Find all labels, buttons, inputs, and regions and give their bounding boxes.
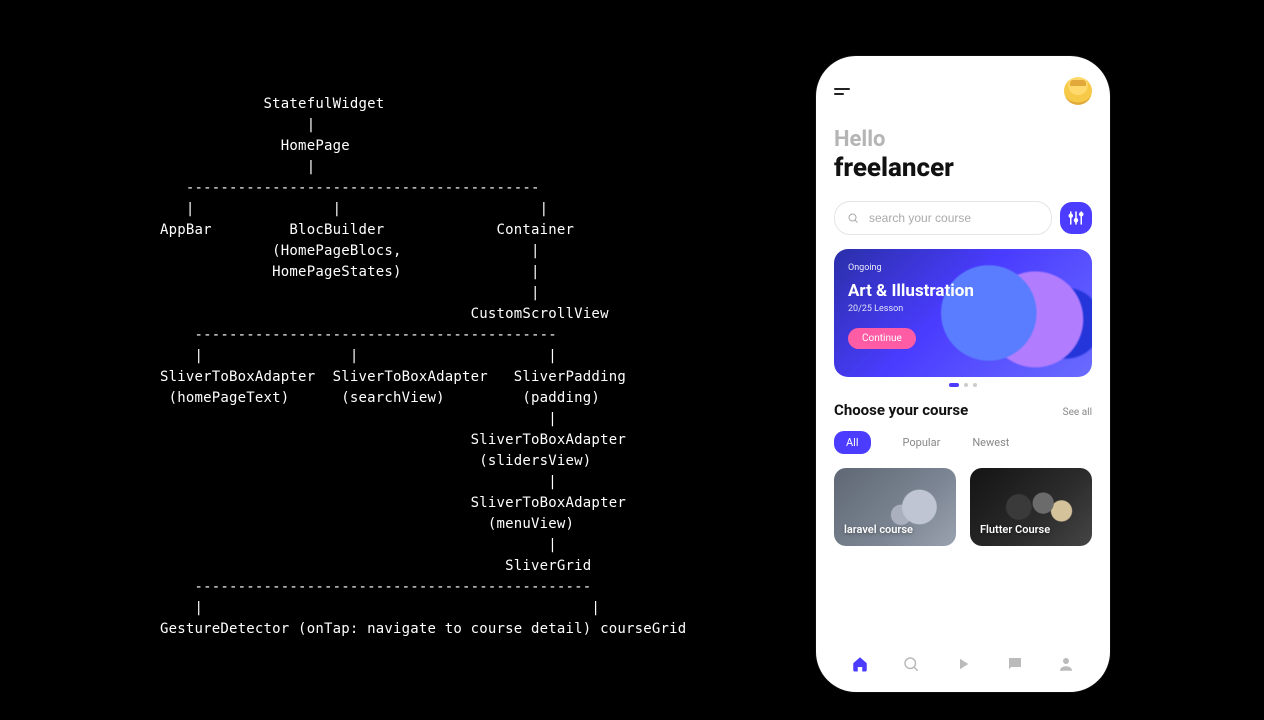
greeting-block: Hello freelancer [834, 128, 1092, 183]
course-card[interactable]: laravel course [834, 468, 956, 546]
chip-all[interactable]: All [834, 431, 871, 454]
search-input[interactable] [867, 210, 1039, 226]
sliders-icon [1067, 209, 1085, 227]
course-grid: laravel course Flutter Course [834, 468, 1092, 546]
nav-search[interactable] [899, 652, 923, 676]
nav-profile[interactable] [1054, 652, 1078, 676]
phone-mockup: Hello freelancer Ongoing Art & Illustrat… [816, 56, 1110, 692]
greeting-hello: Hello [834, 128, 1092, 152]
dot[interactable] [964, 383, 968, 387]
play-icon [954, 655, 972, 673]
menu-icon[interactable] [834, 88, 850, 95]
filter-chips: All Popular Newest [834, 431, 1092, 454]
search-box[interactable] [834, 201, 1052, 235]
carousel-dots [834, 383, 1092, 387]
chip-newest[interactable]: Newest [972, 436, 1009, 449]
nav-play[interactable] [951, 652, 975, 676]
home-icon [851, 655, 869, 673]
hero-card[interactable]: Ongoing Art & Illustration 20/25 Lesson … [834, 249, 1092, 377]
hero-title: Art & Illustration [848, 281, 1078, 301]
course-card-label: Flutter Course [980, 523, 1050, 536]
chip-popular[interactable]: Popular [903, 436, 941, 449]
search-icon [847, 212, 859, 224]
bottom-nav [834, 642, 1092, 678]
chat-icon [1006, 655, 1024, 673]
widget-tree-text: StatefulWidget | HomePage | ------------… [160, 94, 686, 640]
course-card-label: laravel course [844, 523, 913, 536]
section-header: Choose your course See all [834, 401, 1092, 419]
dot-active[interactable] [949, 383, 959, 387]
greeting-name: freelancer [834, 154, 1092, 183]
continue-button[interactable]: Continue [848, 328, 916, 349]
see-all-link[interactable]: See all [1063, 407, 1092, 418]
filter-button[interactable] [1060, 202, 1092, 234]
dot[interactable] [973, 383, 977, 387]
nav-home[interactable] [848, 652, 872, 676]
hero-tag: Ongoing [848, 263, 1078, 273]
section-title: Choose your course [834, 401, 968, 419]
avatar[interactable] [1064, 77, 1092, 105]
hero-lesson: 20/25 Lesson [848, 304, 1078, 314]
search-icon [902, 655, 920, 673]
nav-chat[interactable] [1003, 652, 1027, 676]
user-icon [1057, 655, 1075, 673]
app-top-bar [834, 78, 1092, 104]
course-card[interactable]: Flutter Course [970, 468, 1092, 546]
search-row [834, 201, 1092, 235]
